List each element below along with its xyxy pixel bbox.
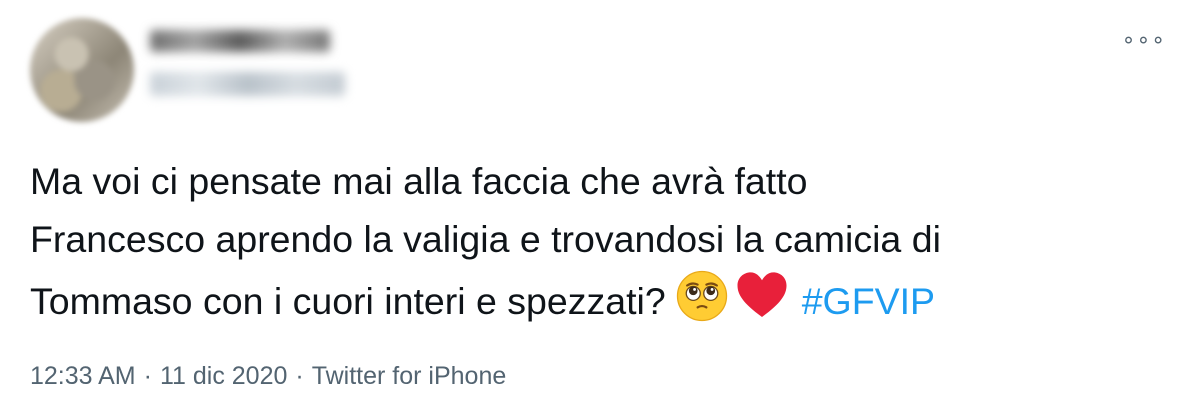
tweet-time[interactable]: 12:33 AM [30, 362, 136, 390]
tweet-text-line-1: Ma voi ci pensate mai alla faccia che av… [30, 160, 808, 202]
tweet-text-line-2: Francesco aprendo la valigia e trovandos… [30, 218, 941, 260]
meta-separator: · [143, 362, 152, 390]
hashtag-link[interactable]: #GFVIP [802, 280, 935, 322]
tweet-card: ∘∘∘ Ma voi ci pensate mai alla faccia ch… [0, 0, 1200, 417]
tweet-text: Ma voi ci pensate mai alla faccia che av… [30, 152, 1180, 330]
red-heart-icon [737, 272, 787, 317]
pleading-face-icon [676, 270, 727, 322]
tweet-text-line-3: Tommaso con i cuori interi e spezzati? #… [30, 268, 1180, 330]
more-icon[interactable]: ∘∘∘ [1122, 30, 1166, 52]
avatar[interactable] [30, 18, 134, 122]
tweet-date[interactable]: 11 dic 2020 [160, 362, 287, 390]
tweet-source[interactable]: Twitter for iPhone [312, 362, 507, 390]
author-info[interactable] [150, 24, 345, 96]
author-display-name-blurred[interactable] [150, 30, 330, 52]
tweet-meta: 12:33 AM · 11 dic 2020 · Twitter for iPhone [30, 362, 506, 391]
author-handle-blurred [150, 72, 345, 96]
tweet-text-line-3-text: Tommaso con i cuori interi e spezzati? [30, 280, 666, 322]
meta-separator: · [295, 362, 304, 390]
